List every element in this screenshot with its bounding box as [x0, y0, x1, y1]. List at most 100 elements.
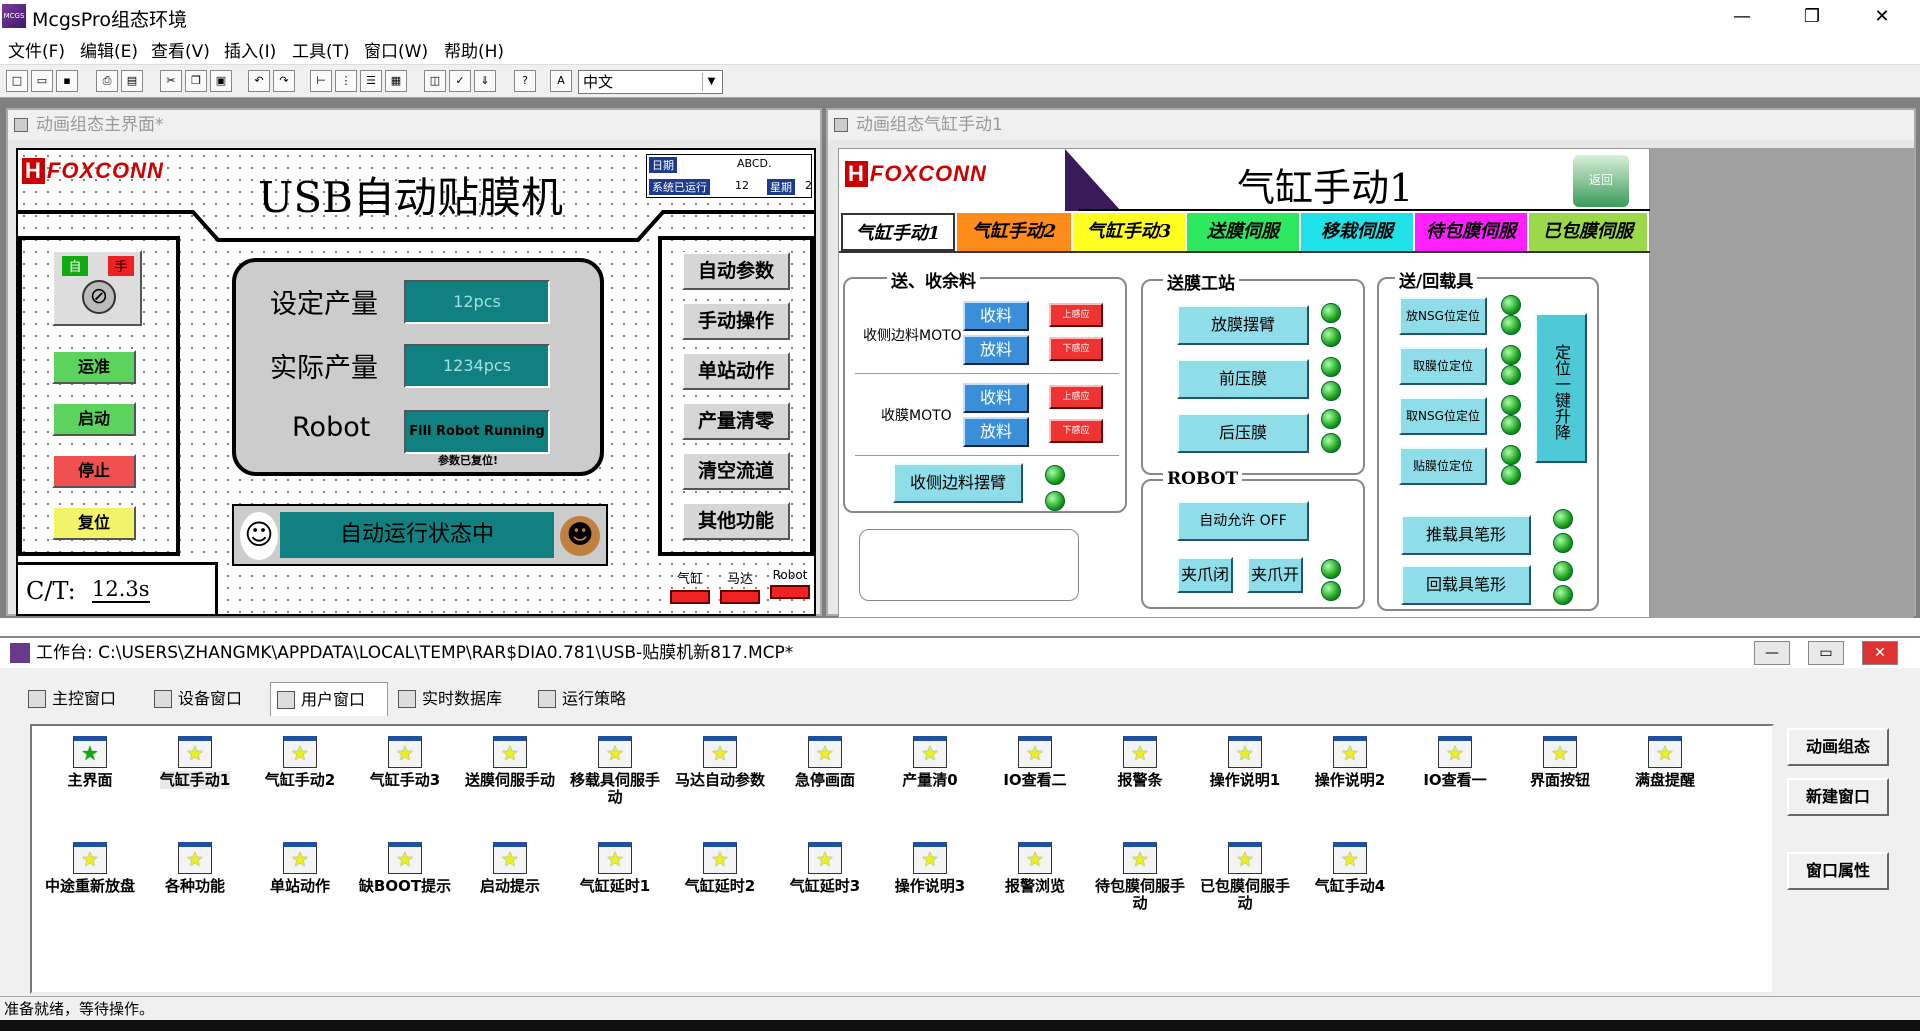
tab-transfer-servo[interactable]: 移栽伺服 — [1301, 213, 1413, 251]
check-icon[interactable]: ✓ — [449, 70, 471, 92]
other-functions-button[interactable]: 其他功能 — [682, 502, 790, 540]
list-item[interactable]: ★ 气缸延时1 — [565, 842, 665, 895]
list-item[interactable]: ★ 操作说明1 — [1195, 736, 1295, 789]
film-apply-position-button[interactable]: 贴膜位定位 — [1399, 447, 1487, 485]
clamp-open-button[interactable]: 夹爪开 — [1247, 557, 1303, 593]
list-item[interactable]: ★ 单站动作 — [250, 842, 350, 895]
tab-cylinder-3[interactable]: 气缸手动3 — [1073, 213, 1185, 251]
cylinder-window-title[interactable]: 动画组态气缸手动1 — [828, 110, 1914, 140]
single-station-button[interactable]: 单站动作 — [682, 352, 790, 390]
front-press-button[interactable]: 前压膜 — [1177, 359, 1309, 399]
open-icon[interactable]: ▭ — [31, 70, 53, 92]
list-item[interactable]: ★ 气缸延时3 — [775, 842, 875, 895]
list-item[interactable]: ★ 气缸手动2 — [250, 736, 350, 789]
align-left-icon[interactable]: ⊢ — [310, 70, 332, 92]
edge-release-button[interactable]: 放料 — [963, 335, 1029, 365]
menu-edit[interactable]: 编辑(E) — [80, 37, 138, 62]
list-item[interactable]: ★ 气缸延时2 — [670, 842, 770, 895]
list-item[interactable]: ★ 气缸手动4 — [1300, 842, 1400, 895]
language-select[interactable]: 中文 ▼ — [578, 70, 723, 94]
menu-tools[interactable]: 工具(T) — [292, 37, 350, 62]
cut-icon[interactable]: ✂ — [160, 70, 182, 92]
help-icon[interactable]: ? — [514, 70, 536, 92]
copy-icon[interactable]: ❐ — [185, 70, 207, 92]
list-item[interactable]: ★ 报警条 — [1090, 736, 1190, 789]
properties-icon[interactable]: ◫ — [424, 70, 446, 92]
return-carrier-button[interactable]: 回载具笔形 — [1401, 565, 1531, 605]
actual-output-value[interactable]: 1234pcs — [404, 344, 550, 388]
grid-icon[interactable]: ▦ — [385, 70, 407, 92]
auto-allow-button[interactable]: 自动允许 OFF — [1177, 501, 1309, 541]
workbench-minimize-button[interactable]: — — [1754, 641, 1790, 665]
list-item[interactable]: ★ IO查看二 — [985, 736, 1085, 789]
workbench-restore-button[interactable]: ▭ — [1808, 641, 1844, 665]
window-properties-button[interactable]: 窗口属性 — [1787, 852, 1889, 890]
tab-pending-film-servo[interactable]: 待包膜伺服 — [1415, 213, 1527, 251]
print-icon[interactable]: ⎙ — [96, 70, 118, 92]
list-icon[interactable]: ☰ — [360, 70, 382, 92]
tab-feed-servo[interactable]: 送膜伺服 — [1187, 213, 1299, 251]
list-item[interactable]: ★ 送膜伺服手动 — [460, 736, 560, 789]
tab-device[interactable]: 设备窗口 — [148, 682, 268, 716]
menu-insert[interactable]: 插入(I) — [224, 37, 276, 62]
tab-cylinder-2[interactable]: 气缸手动2 — [957, 213, 1071, 251]
list-item[interactable]: ★ 缺BOOT提示 — [355, 842, 455, 895]
ready-button[interactable]: 运准 — [52, 350, 136, 384]
tab-realtime-db[interactable]: 实时数据库 — [392, 682, 528, 716]
tab-user-window[interactable]: 用户窗口 — [270, 682, 388, 716]
main-window-title[interactable]: 动画组态主界面* — [8, 110, 820, 140]
mode-switch[interactable]: 自 手 ⊘ — [52, 250, 142, 326]
list-item[interactable]: ★ 待包膜伺服手动 — [1090, 842, 1190, 912]
start-button[interactable]: 启动 — [52, 402, 136, 436]
list-item[interactable]: ★ 马达自动参数 — [670, 736, 770, 789]
list-item[interactable]: ★ 报警浏览 — [985, 842, 1085, 895]
preview-icon[interactable]: ▤ — [121, 70, 143, 92]
list-item[interactable]: ★ 启动提示 — [460, 842, 560, 895]
restore-button[interactable]: ❐ — [1792, 4, 1832, 30]
close-button[interactable]: ✕ — [1862, 4, 1902, 30]
back-button[interactable]: 返回 — [1573, 155, 1629, 207]
save-icon[interactable]: ▪ — [56, 70, 78, 92]
list-item[interactable]: ★ 产量清0 — [880, 736, 980, 789]
tab-cylinder-1[interactable]: 气缸手动1 — [841, 213, 955, 251]
list-item[interactable]: ★ 操作说明2 — [1300, 736, 1400, 789]
list-item[interactable]: ★ IO查看一 — [1405, 736, 1505, 789]
menu-window[interactable]: 窗口(W) — [364, 37, 428, 62]
workbench-close-button[interactable]: ✕ — [1862, 641, 1898, 665]
film-swing-button[interactable]: 放膜摆臂 — [1177, 305, 1309, 345]
list-item[interactable]: ★ 气缸手动3 — [355, 736, 455, 789]
menu-view[interactable]: 查看(V) — [151, 37, 210, 62]
tab-run-strategy[interactable]: 运行策略 — [532, 682, 652, 716]
tab-filmed-servo[interactable]: 已包膜伺服 — [1529, 213, 1647, 251]
clear-flow-button[interactable]: 清空流道 — [682, 452, 790, 490]
reset-button[interactable]: 复位 — [52, 506, 136, 540]
film-take-position-button[interactable]: 取膜位定位 — [1399, 347, 1487, 385]
animation-config-button[interactable]: 动画组态 — [1787, 728, 1889, 766]
download-icon[interactable]: ⇓ — [474, 70, 496, 92]
list-item[interactable]: ★ 中途重新放盘 — [40, 842, 140, 895]
list-item[interactable]: ★ 气缸手动1 — [145, 736, 245, 789]
push-carrier-button[interactable]: 推载具笔形 — [1401, 515, 1531, 555]
menu-file[interactable]: 文件(F) — [8, 37, 65, 62]
workbench-title[interactable]: 工作台: C:\USERS\ZHANGMK\APPDATA\LOCAL\TEMP… — [0, 638, 1920, 668]
film-collect-button[interactable]: 收料 — [963, 383, 1029, 413]
list-item[interactable]: ★ 满盘提醒 — [1615, 736, 1715, 789]
list-item[interactable]: ★ 移载具伺服手动 — [565, 736, 665, 806]
rear-press-button[interactable]: 后压膜 — [1177, 413, 1309, 453]
language-icon[interactable]: A — [550, 70, 572, 92]
list-item[interactable]: ★ 界面按钮 — [1510, 736, 1610, 789]
tab-main-control[interactable]: 主控窗口 — [22, 682, 144, 716]
edge-collect-button[interactable]: 收料 — [963, 301, 1029, 331]
list-item[interactable]: ★ 急停画面 — [775, 736, 875, 789]
edge-swing-button[interactable]: 收侧边料摆臂 — [893, 463, 1023, 503]
undo-icon[interactable]: ↶ — [248, 70, 270, 92]
redo-icon[interactable]: ↷ — [273, 70, 295, 92]
clamp-close-button[interactable]: 夹爪闭 — [1177, 557, 1233, 593]
list-item[interactable]: ★ 操作说明3 — [880, 842, 980, 895]
menu-help[interactable]: 帮助(H) — [444, 37, 504, 62]
align-tree-icon[interactable]: ⋮ — [335, 70, 357, 92]
manual-op-button[interactable]: 手动操作 — [682, 302, 790, 340]
set-output-value[interactable]: 12pcs — [404, 280, 550, 324]
stop-button[interactable]: 停止 — [52, 454, 136, 488]
nsg-take-position-button[interactable]: 取NSG位定位 — [1399, 397, 1487, 435]
